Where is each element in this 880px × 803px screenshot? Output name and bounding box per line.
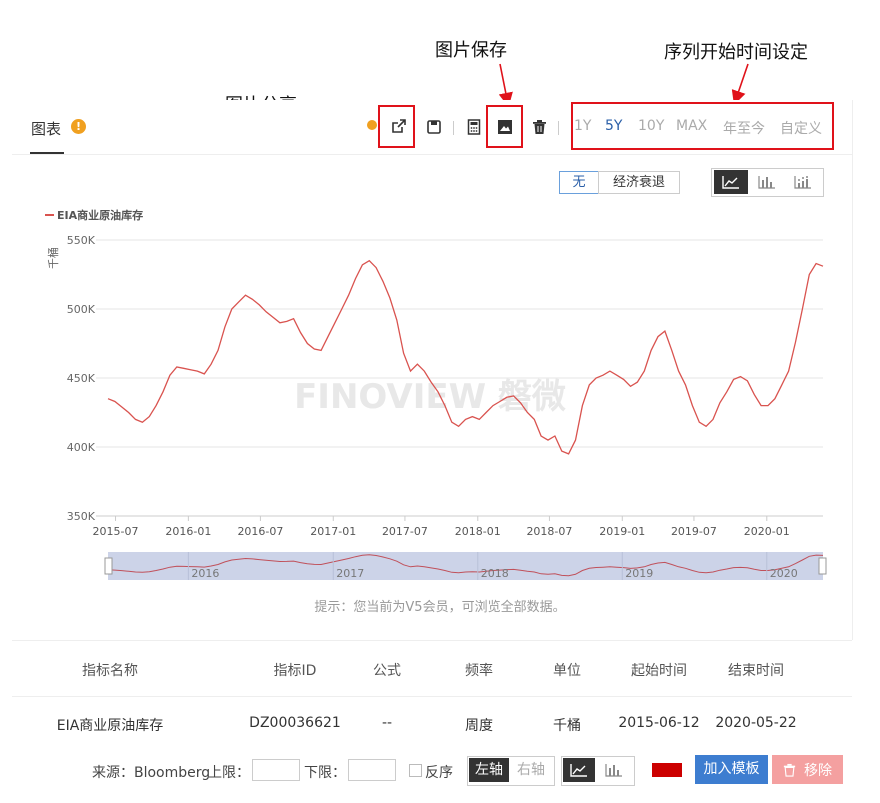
remove-label: 移除 [804, 762, 832, 779]
add-template-button[interactable]: 加入模板 [695, 755, 768, 784]
scatter-chart-type-icon[interactable] [786, 170, 820, 194]
toolbar-separator [558, 121, 559, 135]
bar-chart-type-icon[interactable] [750, 170, 784, 194]
trash-icon [783, 763, 796, 777]
y-tick-label: 550K [67, 234, 96, 247]
tab-active-underline [30, 152, 64, 154]
lower-limit-label: 下限： [304, 765, 346, 781]
table-cell-end: 2020-05-22 [715, 715, 797, 731]
upper-limit-input[interactable] [252, 759, 300, 781]
lower-limit-input[interactable] [348, 759, 396, 781]
save-icon[interactable] [423, 116, 445, 138]
recession-none-button[interactable]: 无 [559, 171, 599, 194]
series-bar-type-icon[interactable] [598, 758, 630, 782]
source-label: 来源：Bloomberg [92, 765, 211, 781]
range-highlight-box [571, 102, 834, 150]
table-header-start: 起始时间 [631, 663, 687, 679]
x-tick-label: 2020-01 [744, 525, 790, 538]
y-tick-label: 450K [67, 372, 96, 385]
y-axis-label: 千桶 [46, 247, 60, 269]
remove-button[interactable]: 移除 [772, 755, 843, 784]
chart-type-selector [711, 168, 824, 197]
save-highlight-box [486, 105, 523, 148]
series-line-type-icon[interactable] [563, 758, 595, 782]
toolbar-separator [453, 121, 454, 135]
table-header-name: 指标名称 [82, 663, 138, 679]
tab-chart[interactable]: 图表 [31, 118, 61, 139]
tab-divider [12, 154, 852, 155]
x-tick-label: 2016-07 [237, 525, 283, 538]
table-cell-id: DZ00036621 [249, 715, 341, 731]
share-highlight-box [378, 105, 415, 148]
y-tick-label: 350K [67, 510, 96, 523]
x-axis-ticks: 2015-07 2016-01 2016-07 2017-01 2017-07 2018-… [93, 516, 790, 538]
x-tick-label: 2018-07 [526, 525, 572, 538]
warning-icon[interactable]: ! [71, 119, 86, 134]
series-start-arrow [731, 63, 749, 106]
navigator-left-handle[interactable] [104, 557, 113, 575]
reverse-label: 反序 [425, 765, 453, 781]
navigator[interactable]: 2016 2017 2018 2019 2020 [104, 552, 827, 580]
line-chart: 550K 500K 450K 400K 350K 2015-07 2016-01 2016-… [45, 208, 827, 580]
series-color-swatch[interactable] [652, 763, 682, 777]
series-line [107, 259, 824, 455]
delete-icon[interactable] [528, 116, 550, 138]
table-top-border [12, 640, 852, 641]
legend-label[interactable]: EIA商业原油库存 [57, 208, 143, 222]
notice-dot-icon [367, 120, 377, 130]
navigator-right-handle[interactable] [818, 557, 827, 575]
x-tick-label: 2018-01 [455, 525, 501, 538]
navigator-year-label: 2016 [191, 567, 219, 580]
member-hint: 提示：您当前为V5会员，可浏览全部数据。 [314, 600, 566, 615]
x-tick-label: 2015-07 [93, 525, 139, 538]
x-tick-label: 2016-01 [165, 525, 211, 538]
left-axis-button[interactable]: 左轴 [469, 758, 509, 782]
table-cell-start: 2015-06-12 [618, 715, 700, 731]
watermark: FINOVIEW 磐微 [294, 377, 566, 417]
y-axis-ticks: 550K 500K 450K 400K 350K [67, 234, 96, 523]
table-cell-name: EIA商业原油库存 [56, 718, 164, 734]
recession-button[interactable]: 经济衰退 [598, 171, 680, 194]
navigator-year-label: 2019 [625, 567, 653, 580]
upper-limit-label: 上限： [208, 765, 250, 781]
table-cell-formula: -- [381, 715, 393, 731]
table-header-divider [12, 696, 852, 697]
calculator-icon[interactable] [463, 116, 485, 138]
table-cell-unit: 千桶 [553, 718, 581, 734]
table-header-id: 指标ID [273, 663, 317, 679]
x-tick-label: 2017-01 [310, 525, 356, 538]
save-arrow [498, 63, 513, 108]
navigator-year-label: 2018 [481, 567, 509, 580]
y-tick-label: 500K [67, 303, 96, 316]
reverse-checkbox[interactable] [409, 764, 422, 777]
x-tick-label: 2017-07 [382, 525, 428, 538]
navigator-year-label: 2020 [770, 567, 798, 580]
table-cell-frequency: 周度 [465, 718, 493, 734]
table-header-formula: 公式 [373, 663, 401, 679]
x-tick-label: 2019-07 [671, 525, 717, 538]
y-tick-label: 400K [67, 441, 96, 454]
navigator-year-label: 2017 [336, 567, 364, 580]
table-header-end: 结束时间 [728, 663, 784, 679]
table-header-frequency: 频率 [465, 663, 493, 679]
right-axis-button[interactable]: 右轴 [511, 758, 551, 782]
x-tick-label: 2019-01 [599, 525, 645, 538]
line-chart-type-icon[interactable] [714, 170, 748, 194]
table-header-unit: 单位 [553, 663, 581, 679]
